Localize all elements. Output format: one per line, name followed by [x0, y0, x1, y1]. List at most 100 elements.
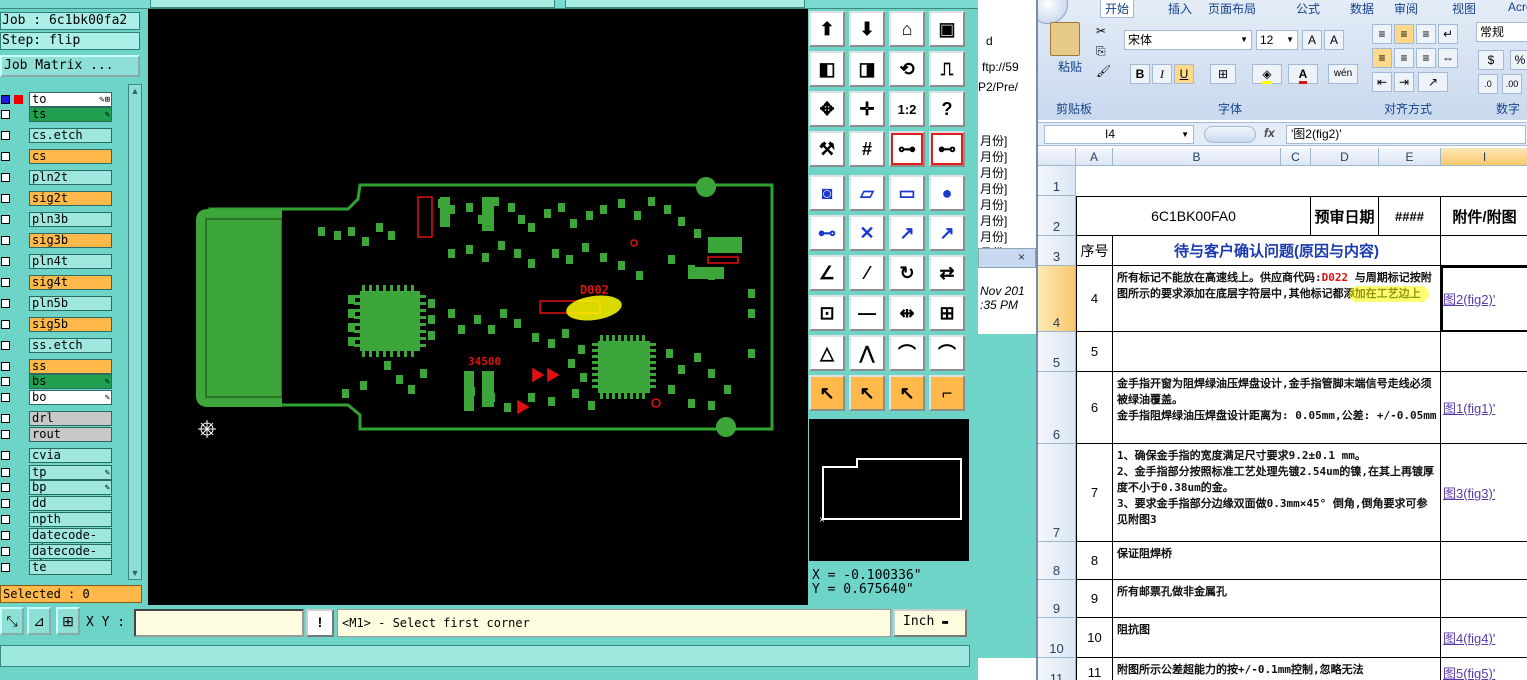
italic-button[interactable]: I — [1152, 64, 1172, 84]
pointer-tool-button[interactable]: ↖ — [809, 375, 845, 411]
layer-row-bo[interactable]: bo ✎ — [0, 390, 142, 405]
pad-select-tool-button[interactable]: ◙ — [809, 175, 845, 211]
align-bottom-icon[interactable]: ≡ — [1416, 24, 1436, 44]
row-header-1[interactable]: 1 — [1038, 166, 1076, 196]
row-header-7[interactable]: 7 — [1038, 444, 1076, 542]
layer-row-cvia[interactable]: cvia — [0, 448, 142, 463]
layer-row-drl[interactable]: drl — [0, 411, 142, 426]
layer-checkbox[interactable] — [1, 468, 10, 477]
scroll-up-icon[interactable]: ▲ — [130, 86, 140, 96]
layer-checkbox[interactable] — [1, 451, 10, 460]
layer-checkbox[interactable] — [1, 393, 10, 402]
align-center-icon[interactable]: ≡ — [1394, 48, 1414, 68]
orientation-icon[interactable]: ↗ — [1418, 72, 1448, 92]
layer-checkbox[interactable] — [1, 152, 10, 161]
layer-checkbox[interactable] — [1, 131, 10, 140]
layer-work-icon[interactable] — [14, 95, 23, 104]
layer-name[interactable]: tp ✎ — [29, 465, 112, 480]
office-button[interactable] — [1038, 0, 1068, 24]
grow-font-button[interactable]: A — [1302, 30, 1322, 50]
ribbon-tab-4[interactable]: 数据 — [1350, 0, 1374, 17]
seq-number-cell[interactable]: 6 — [1076, 372, 1113, 444]
graphics-canvas[interactable]: D002 34500 — [148, 9, 808, 605]
job-matrix-button[interactable]: Job Matrix ... — [0, 55, 140, 77]
polygon-tool-button[interactable]: ▱ — [849, 175, 885, 211]
row-header-11[interactable]: 11 — [1038, 658, 1076, 680]
seq-number-cell[interactable]: 5 — [1076, 332, 1113, 372]
layer-row-datecode-pto[interactable]: datecode-pto — [0, 528, 142, 555]
rotate-tool-button[interactable]: ↻ — [889, 255, 925, 291]
layer-name[interactable]: ss — [29, 359, 112, 374]
angle-tool-button[interactable]: ∠ — [809, 255, 845, 291]
connect-point-alt-tool-button[interactable]: ↗ — [929, 215, 965, 251]
percent-icon[interactable]: % — [1510, 50, 1527, 70]
zoom-tool-button[interactable]: ⎍ — [929, 51, 965, 87]
issue-text-cell[interactable]: 金手指开窗为阻焊绿油压焊盘设计,金手指管脚末端信号走线必须被绿油覆盖。 金手指阻… — [1113, 372, 1441, 444]
connect-point-tool-button[interactable]: ↗ — [889, 215, 925, 251]
cut-icon[interactable]: ✂ — [1096, 24, 1106, 38]
column-header-C[interactable]: C — [1281, 148, 1311, 166]
format-painter-icon[interactable]: 🖌 — [1096, 64, 1111, 78]
line-connect-tool-button[interactable]: ⊷ — [809, 215, 845, 251]
layer-checkbox[interactable] — [1, 499, 10, 508]
layer-checkbox[interactable] — [1, 194, 10, 203]
layer-row-sig2t[interactable]: sig2t — [0, 191, 142, 206]
shrink-font-button[interactable]: A — [1324, 30, 1344, 50]
layer-checkbox[interactable] — [1, 95, 10, 104]
row-header-6[interactable]: 6 — [1038, 372, 1076, 444]
fx-icon[interactable]: fx — [1264, 126, 1275, 140]
layer-list-scrollbar[interactable]: ▲ ▼ — [128, 84, 142, 580]
layer-name[interactable]: drl — [29, 411, 112, 426]
arch-alt-tool-button[interactable]: ⌒ — [929, 335, 965, 371]
layer-row-ss[interactable]: ss — [0, 359, 142, 374]
align-left-icon[interactable]: ≡ — [1372, 48, 1392, 68]
issue-text-cell[interactable]: 所有邮票孔做非金属孔 — [1113, 580, 1441, 618]
attachment-link-cell[interactable]: 图3(fig3)' — [1441, 444, 1527, 542]
ribbon-tab-2[interactable]: 页面布局 — [1208, 0, 1256, 17]
mirror-tool-button[interactable]: ⇄ — [929, 255, 965, 291]
column-header-E[interactable]: E — [1379, 148, 1441, 166]
layer-row-rout[interactable]: rout — [0, 427, 142, 442]
row-header-8[interactable]: 8 — [1038, 542, 1076, 580]
layer-checkbox[interactable] — [1, 414, 10, 423]
layer-row-te[interactable]: te — [0, 560, 142, 575]
date-value-cell[interactable]: #### — [1379, 196, 1441, 236]
layer-checkbox[interactable] — [1, 531, 10, 540]
issue-text-cell[interactable]: 1、确保金手指的宽度满足尺寸要求9.2±0.1 mm。 2、金手指部分按照标准工… — [1113, 444, 1441, 542]
copper-feature-tool-button[interactable]: ⊞ — [929, 295, 965, 331]
ribbon-tab-7[interactable]: Acrob — [1508, 0, 1527, 14]
layer-row-pln3b[interactable]: pln3b — [0, 212, 142, 227]
issue-text-cell[interactable]: 阻抗图 — [1113, 618, 1441, 658]
layer-name[interactable]: pln4t — [29, 254, 112, 269]
row-header-2[interactable]: 2 — [1038, 196, 1076, 236]
row-header-10[interactable]: 10 — [1038, 618, 1076, 658]
attachment-blank-cell[interactable] — [1441, 236, 1527, 266]
layer-name[interactable]: pln2t — [29, 170, 112, 185]
layer-name[interactable]: dd — [29, 496, 112, 511]
measure-net-alt-tool-button[interactable]: ⊷ — [929, 131, 965, 167]
measure-net-tool-button[interactable]: ⊶ — [889, 131, 925, 167]
layer-checkbox[interactable] — [1, 278, 10, 287]
layer-row-pln2t[interactable]: pln2t — [0, 170, 142, 185]
layer-checkbox[interactable] — [1, 430, 10, 439]
scale-tool-button[interactable]: 1:2 — [889, 91, 925, 127]
layer-row-bs[interactable]: bs ✎ — [0, 374, 142, 389]
layer-name[interactable]: datecode-pto — [29, 528, 112, 555]
close-icon[interactable]: × — [1018, 250, 1025, 264]
feature-down-tool-button[interactable]: ⬇ — [849, 11, 885, 47]
decrease-decimal-icon[interactable]: .00 — [1502, 74, 1522, 94]
grid-tool-button[interactable]: # — [849, 131, 885, 167]
currency-icon[interactable]: $ — [1478, 50, 1504, 70]
layer-name[interactable]: rout — [29, 427, 112, 442]
layer-checkbox[interactable] — [1, 215, 10, 224]
layer-checkbox[interactable] — [1, 257, 10, 266]
attachment-link-cell[interactable]: 图2(fig2)' — [1441, 266, 1527, 332]
layer-row-tp[interactable]: tp ✎ — [0, 465, 142, 480]
layer-checkbox[interactable] — [1, 362, 10, 371]
layer-row-cs[interactable]: cs — [0, 149, 142, 164]
decrease-indent-icon[interactable]: ⇤ — [1372, 72, 1392, 92]
pan-left-tool-button[interactable]: ◧ — [809, 51, 845, 87]
wrap-text-icon[interactable]: ↵ — [1438, 24, 1458, 44]
layer-row-ss.etch[interactable]: ss.etch — [0, 338, 142, 353]
layer-name[interactable]: sig3b — [29, 233, 112, 248]
